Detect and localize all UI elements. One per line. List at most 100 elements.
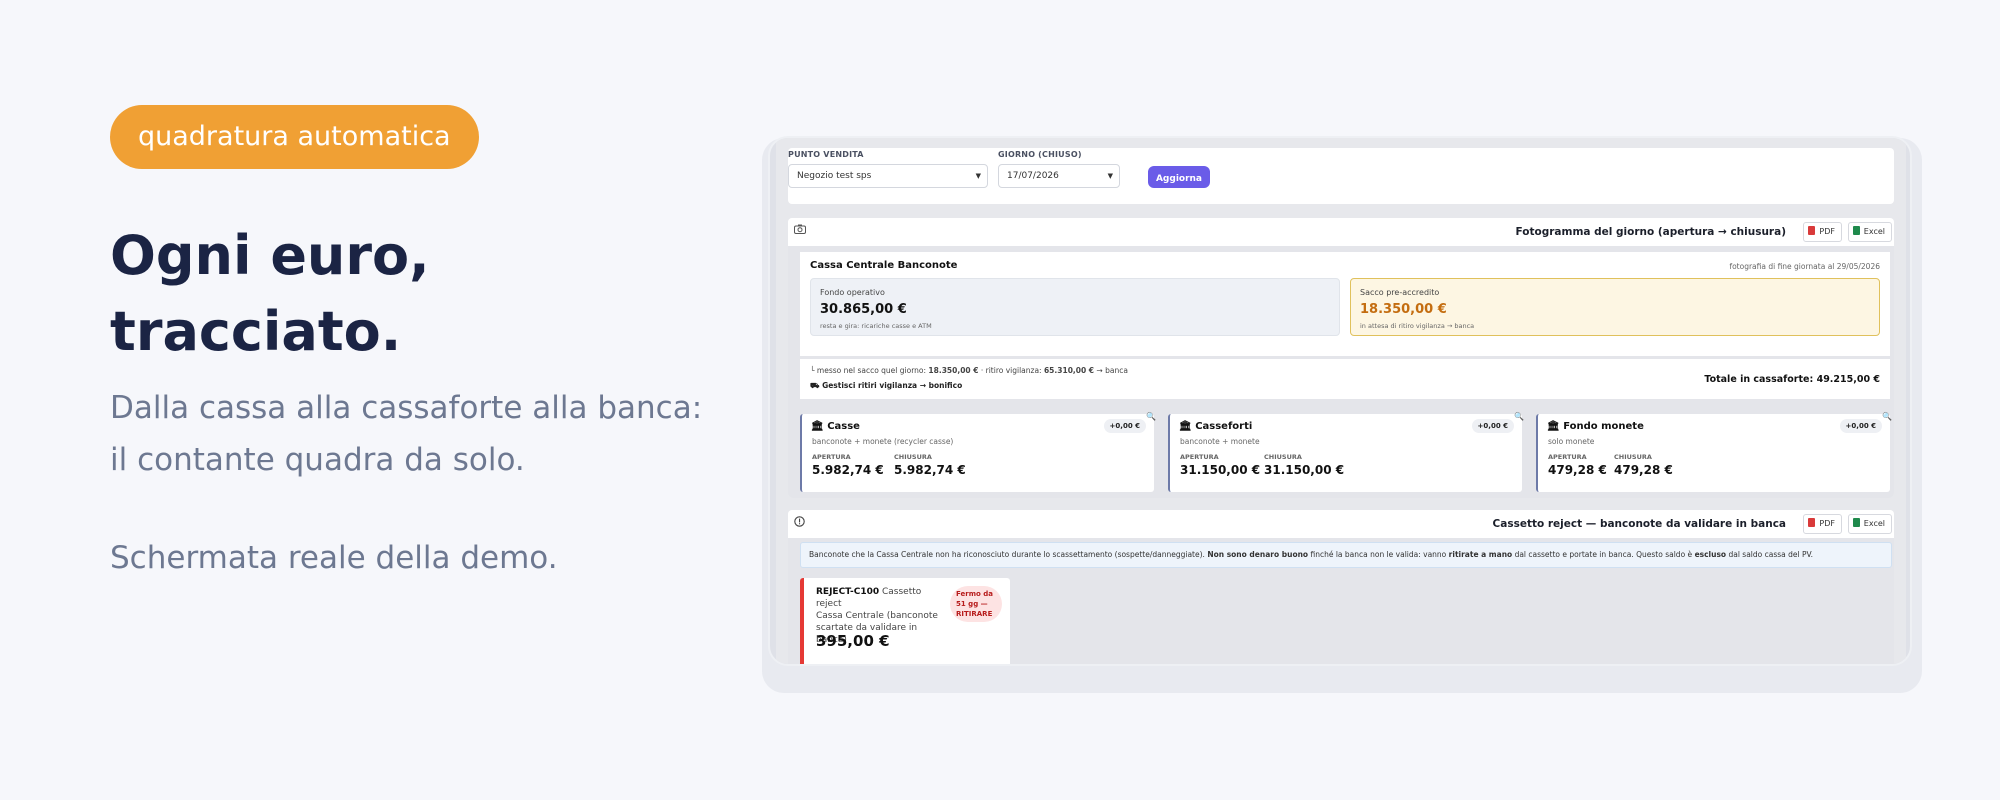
fondo-box: Fondo operativo 30.865,00 € resta e gira… bbox=[810, 278, 1340, 336]
excel-label: Excel bbox=[1863, 519, 1885, 528]
safe-total: Totale in cassaforte: 49.215,00 € bbox=[1704, 374, 1880, 385]
fondo-monete-close-label: CHIUSURA bbox=[1614, 453, 1652, 461]
chevron-down-icon: ▼ bbox=[975, 172, 981, 180]
flow-line: └ messo nel sacco quel giorno: 18.350,00… bbox=[810, 366, 1128, 375]
fondo-monete-open-label: APERTURA bbox=[1548, 453, 1587, 461]
refresh-button[interactable]: Aggiorna bbox=[1148, 166, 1210, 188]
subheadline: Dalla cassa alla cassaforte alla banca: … bbox=[110, 382, 702, 486]
app-screen: PUNTO VENDITA Negozio test sps ▼ GIORNO … bbox=[776, 138, 1906, 664]
casseforti-title: 🏛 Casseforti bbox=[1179, 421, 1252, 432]
manage-pickups-link[interactable]: ⛟ Gestisci ritiri vigilanza → bonifico bbox=[810, 381, 962, 391]
pdf-label: PDF bbox=[1819, 227, 1835, 236]
info-text-2: finché la banca non le valida: vanno bbox=[1310, 550, 1447, 559]
casseforti-close: 31.150,00 € bbox=[1264, 463, 1345, 477]
status-line-3: RITIRARE bbox=[956, 610, 993, 618]
fondo-monete-close: 479,28 € bbox=[1614, 463, 1673, 477]
bank-icon: 🏛 bbox=[811, 421, 824, 432]
demo-note: Schermata reale della demo. bbox=[110, 540, 558, 576]
fondo-amount: 30.865,00 € bbox=[820, 302, 907, 317]
casseforti-card[interactable]: 🔍 🏛 Casseforti banconote + monete +0,00 … bbox=[1168, 412, 1524, 492]
day-select[interactable]: 17/07/2026 ▼ bbox=[998, 164, 1120, 188]
pdf-icon bbox=[1808, 518, 1816, 527]
zoom-icon[interactable]: 🔍 bbox=[1514, 412, 1524, 421]
store-value: Negozio test sps bbox=[797, 171, 872, 181]
reject-excel-button[interactable]: Excel bbox=[1847, 514, 1892, 534]
casse-delta: +0,00 € bbox=[1103, 419, 1146, 433]
excel-icon bbox=[1852, 226, 1860, 235]
info-text-1: Banconote che la Cassa Centrale non ha r… bbox=[809, 550, 1205, 559]
pdf-icon bbox=[1808, 226, 1816, 235]
headline-line-1: Ogni euro, bbox=[110, 224, 430, 287]
snapshot-title: Fotogramma del giorno (apertura → chiusu… bbox=[1515, 226, 1786, 238]
status-line-2: 51 gg — bbox=[956, 600, 988, 608]
excel-icon bbox=[1852, 518, 1860, 527]
excel-button[interactable]: Excel bbox=[1847, 222, 1892, 242]
casseforti-close-label: CHIUSURA bbox=[1264, 453, 1302, 461]
filter-card: PUNTO VENDITA Negozio test sps ▼ GIORNO … bbox=[788, 148, 1894, 204]
reject-pdf-button[interactable]: PDF bbox=[1803, 514, 1842, 534]
casseforti-open: 31.150,00 € bbox=[1180, 463, 1261, 477]
reject-status-badge: Fermo da 51 gg — RITIRARE bbox=[950, 586, 1002, 622]
casse-open-label: APERTURA bbox=[812, 453, 851, 461]
flow-ritiro-amount: 65.310,00 € bbox=[1043, 366, 1095, 375]
bank-icon: 🏛 bbox=[1547, 421, 1560, 432]
casseforti-title-text: Casseforti bbox=[1195, 421, 1253, 432]
reject-card[interactable]: REJECT-C100 Cassetto reject Cassa Centra… bbox=[800, 578, 1010, 664]
casse-title-text: Casse bbox=[827, 421, 860, 432]
zoom-icon[interactable]: 🔍 bbox=[1146, 412, 1156, 421]
excel-label: Excel bbox=[1863, 227, 1885, 236]
casse-open: 5.982,74 € bbox=[812, 463, 884, 477]
reject-header: Cassetto reject — banconote da validare … bbox=[788, 510, 1894, 538]
casse-title: 🏛 Casse bbox=[811, 421, 860, 432]
photo-note: fotografia di fine giornata al 29/05/202… bbox=[1729, 262, 1880, 271]
reject-amount: 395,00 € bbox=[816, 632, 890, 650]
store-label: PUNTO VENDITA bbox=[788, 150, 864, 159]
sacco-label: Sacco pre-accredito bbox=[1360, 288, 1440, 297]
snapshot-header: Fotogramma del giorno (apertura → chiusu… bbox=[788, 218, 1894, 246]
sacco-box: Sacco pre-accredito 18.350,00 € in attes… bbox=[1350, 278, 1880, 336]
casse-sub: banconote + monete (recycler casse) bbox=[812, 437, 954, 446]
central-cash-panel: Cassa Centrale Banconote fotografia di f… bbox=[800, 252, 1890, 356]
info-bold-3: escluso bbox=[1694, 550, 1727, 559]
store-select[interactable]: Negozio test sps ▼ bbox=[788, 164, 988, 188]
fondo-monete-sub: solo monete bbox=[1548, 437, 1595, 446]
fondo-monete-title-text: Fondo monete bbox=[1563, 421, 1644, 432]
fondo-monete-title: 🏛 Fondo monete bbox=[1547, 421, 1644, 432]
camera-icon bbox=[794, 224, 806, 237]
subheadline-line-2: il contante quadra da solo. bbox=[110, 442, 525, 478]
manage-pickups-label: Gestisci ritiri vigilanza → bonifico bbox=[822, 381, 963, 390]
casse-close-label: CHIUSURA bbox=[894, 453, 932, 461]
info-bold-1: Non sono denaro buono bbox=[1207, 550, 1309, 559]
truck-icon: ⛟ bbox=[810, 381, 820, 390]
fondo-monete-card[interactable]: 🔍 🏛 Fondo monete solo monete +0,00 € APE… bbox=[1536, 412, 1892, 492]
pdf-label: PDF bbox=[1819, 519, 1835, 528]
flow-prefix: └ messo nel sacco quel giorno: bbox=[810, 366, 927, 375]
headline-line-2: tracciato. bbox=[110, 300, 402, 363]
casseforti-delta: +0,00 € bbox=[1471, 419, 1514, 433]
info-text-3: dal cassetto e portate in banca. Questo … bbox=[1514, 550, 1693, 559]
fondo-sub: resta e gira: ricariche casse e ATM bbox=[820, 322, 932, 330]
day-label: GIORNO (CHIUSO) bbox=[998, 150, 1082, 159]
central-title: Cassa Centrale Banconote bbox=[810, 260, 958, 271]
status-line-1: Fermo da bbox=[956, 590, 993, 598]
sacco-sub: in attesa di ritiro vigilanza → banca bbox=[1360, 322, 1475, 330]
alert-circle-icon bbox=[794, 516, 805, 530]
fondo-monete-open: 479,28 € bbox=[1548, 463, 1607, 477]
info-bold-2: ritirate a mano bbox=[1448, 550, 1513, 559]
flow-suffix: → banca bbox=[1096, 366, 1128, 375]
fondo-label: Fondo operativo bbox=[820, 288, 885, 297]
info-text-4: dal saldo cassa del PV. bbox=[1728, 550, 1814, 559]
reject-section: Cassetto reject — banconote da validare … bbox=[788, 510, 1894, 664]
chevron-down-icon: ▼ bbox=[1107, 172, 1113, 180]
balances-row: 🔍 🏛 Casse banconote + monete (recycler c… bbox=[800, 412, 1892, 492]
casse-card[interactable]: 🔍 🏛 Casse banconote + monete (recycler c… bbox=[800, 412, 1156, 492]
casse-close: 5.982,74 € bbox=[894, 463, 966, 477]
zoom-icon[interactable]: 🔍 bbox=[1882, 412, 1892, 421]
headline: Ogni euro, tracciato. bbox=[110, 218, 430, 370]
casseforti-open-label: APERTURA bbox=[1180, 453, 1219, 461]
sacco-amount: 18.350,00 € bbox=[1360, 302, 1447, 317]
casseforti-sub: banconote + monete bbox=[1180, 437, 1260, 446]
reject-desc-2: Cassa Centrale (banconote bbox=[816, 611, 938, 621]
pdf-button[interactable]: PDF bbox=[1803, 222, 1842, 242]
snapshot-section: Fotogramma del giorno (apertura → chiusu… bbox=[788, 218, 1894, 498]
